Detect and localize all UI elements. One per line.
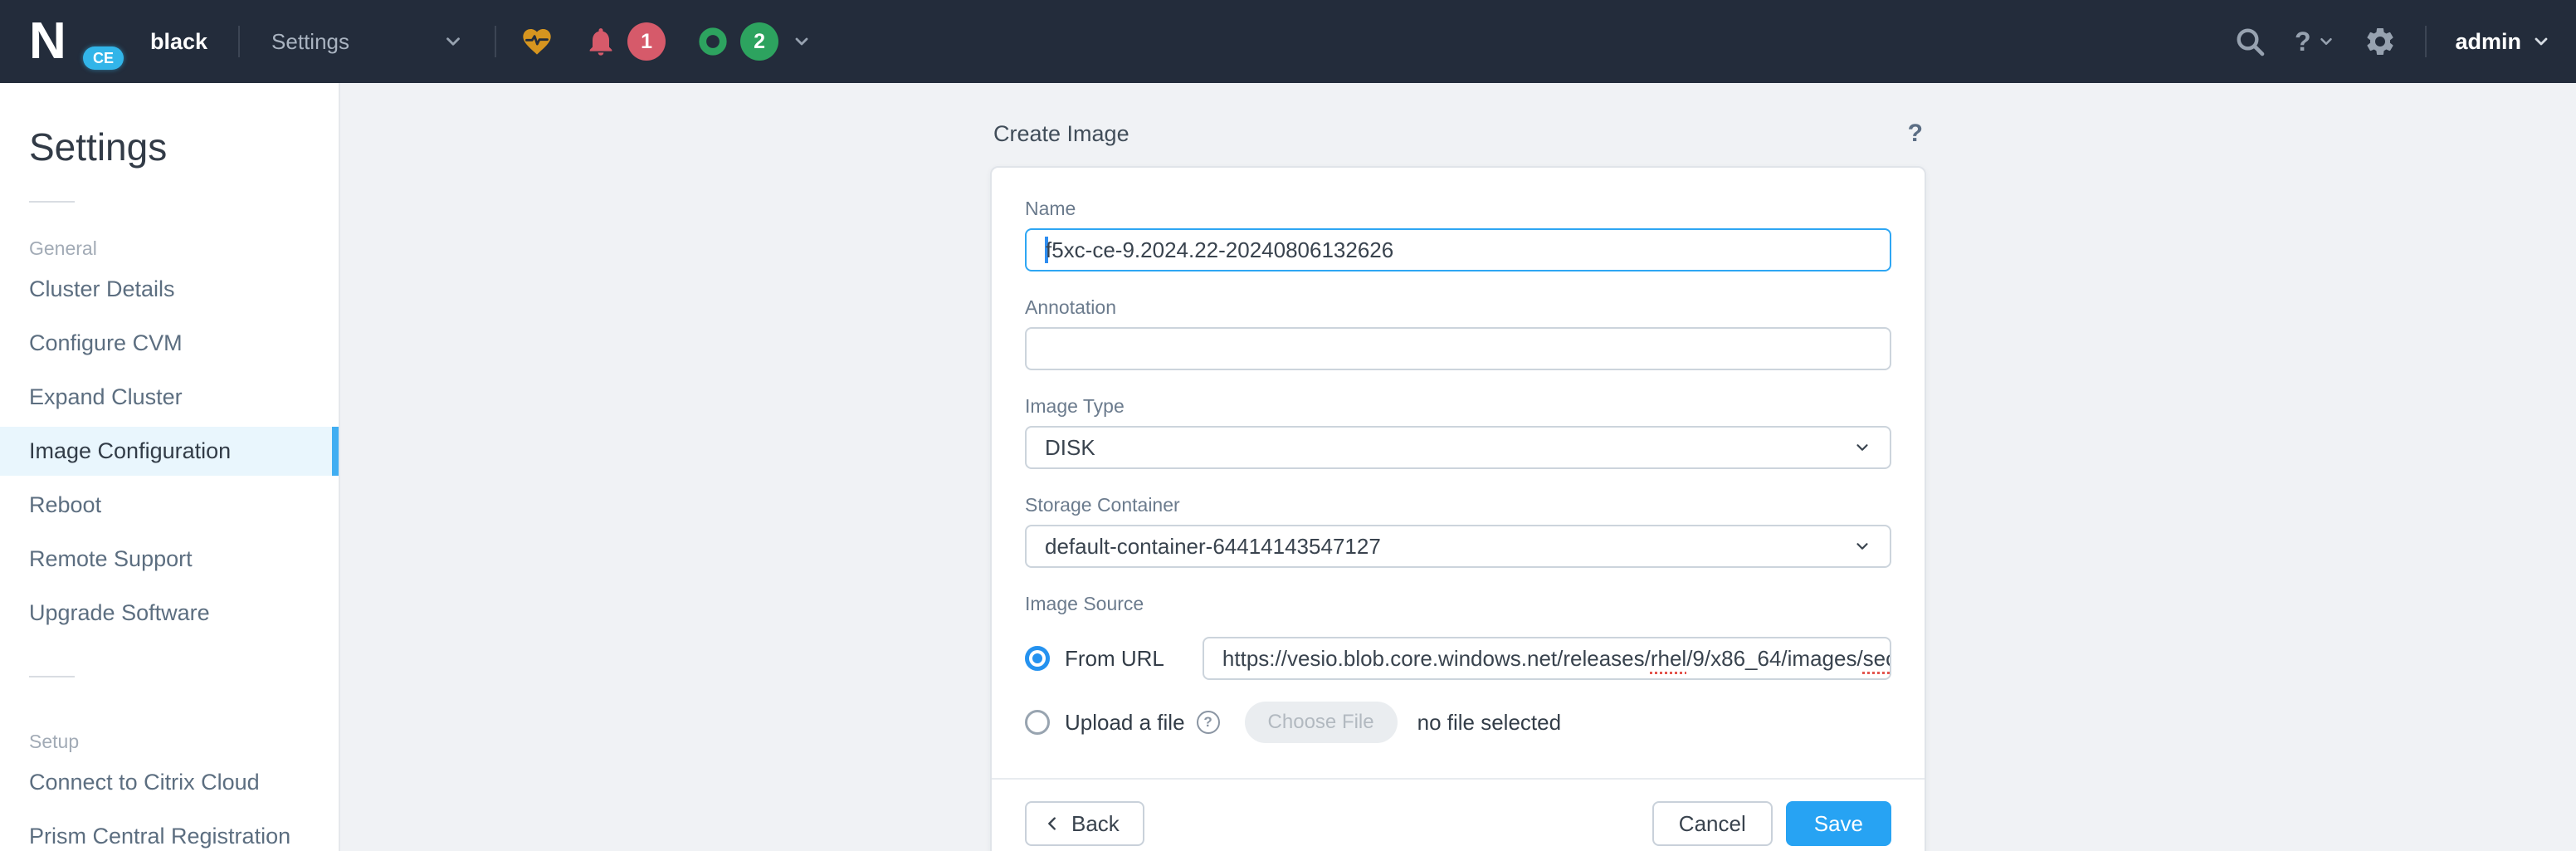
sidebar-divider bbox=[29, 201, 75, 203]
annotation-label: Annotation bbox=[1025, 296, 1891, 319]
chevron-down-icon bbox=[1853, 438, 1871, 457]
chevron-down-icon[interactable] bbox=[792, 32, 812, 51]
create-image-form: Name f5xc-ce-9.2024.22-20240806132626 An… bbox=[992, 168, 1925, 778]
chevron-down-icon bbox=[2531, 32, 2551, 51]
image-url-input[interactable]: https://vesio.blob.core.windows.net/rele… bbox=[1203, 637, 1891, 680]
sidebar-item-remote-support[interactable]: Remote Support bbox=[0, 535, 339, 584]
alerts-count-badge[interactable]: 1 bbox=[627, 22, 666, 61]
name-input-value: f5xc-ce-9.2024.22-20240806132626 bbox=[1046, 237, 1393, 263]
url-segment: /9/x86_64/images/ bbox=[1686, 646, 1862, 672]
nav-divider bbox=[2425, 26, 2427, 57]
from-url-row: From URL https://vesio.blob.core.windows… bbox=[1025, 637, 1891, 680]
sidebar-item-configure-cvm[interactable]: Configure CVM bbox=[0, 319, 339, 368]
footer-actions: Cancel Save bbox=[1652, 801, 1891, 846]
dialog-title: Create Image bbox=[993, 121, 1129, 147]
sidebar-item-prism-central-registration[interactable]: Prism Central Registration bbox=[0, 812, 339, 851]
back-button[interactable]: Back bbox=[1025, 801, 1144, 846]
create-image-dialog: Create Image ? Name f5xc-ce-9.2024.22-20… bbox=[990, 83, 1926, 851]
sidebar-item-connect-to-citrix-cloud[interactable]: Connect to Citrix Cloud bbox=[0, 758, 339, 807]
cluster-name[interactable]: black bbox=[150, 29, 207, 55]
url-segment: https://vesio.blob.core.windows.net/rele… bbox=[1222, 646, 1651, 672]
top-navbar: N CE black Settings 1 2 ? bbox=[0, 0, 2576, 83]
storage-container-select[interactable]: default-container-64414143547127 bbox=[1025, 525, 1891, 568]
image-type-selected-value: DISK bbox=[1045, 435, 1095, 461]
upload-file-row: Upload a file ? Choose File no file sele… bbox=[1025, 702, 1891, 743]
gear-icon[interactable] bbox=[2364, 25, 2397, 58]
user-menu[interactable]: admin bbox=[2455, 29, 2551, 55]
ce-edition-badge: CE bbox=[83, 46, 124, 70]
sidebar-section-general: General bbox=[29, 237, 339, 260]
image-source-label: Image Source bbox=[1025, 593, 1891, 615]
settings-sidebar: Settings General Cluster Details Configu… bbox=[0, 83, 340, 851]
annotation-input[interactable] bbox=[1025, 327, 1891, 370]
chevron-down-icon bbox=[1853, 537, 1871, 555]
chevron-down-icon bbox=[2317, 32, 2335, 51]
sidebar-item-image-configuration[interactable]: Image Configuration bbox=[0, 427, 339, 476]
upload-file-radio[interactable] bbox=[1025, 710, 1050, 735]
main-nav-dropdown-label: Settings bbox=[271, 29, 349, 55]
tasks-ring-icon[interactable] bbox=[695, 24, 730, 59]
user-name: admin bbox=[2455, 29, 2521, 55]
url-segment-misspelled: securer bbox=[1863, 646, 1891, 672]
health-heart-icon[interactable] bbox=[520, 25, 554, 58]
sidebar-divider bbox=[29, 676, 75, 677]
help-menu[interactable]: ? bbox=[2295, 27, 2336, 57]
main-content: Create Image ? Name f5xc-ce-9.2024.22-20… bbox=[340, 83, 2576, 851]
save-button[interactable]: Save bbox=[1786, 801, 1891, 846]
search-icon[interactable] bbox=[2233, 25, 2266, 58]
chevron-down-icon bbox=[442, 31, 464, 52]
from-url-radio[interactable] bbox=[1025, 646, 1050, 671]
choose-file-button[interactable]: Choose File bbox=[1245, 702, 1398, 743]
sidebar-item-reboot[interactable]: Reboot bbox=[0, 481, 339, 530]
name-input[interactable]: f5xc-ce-9.2024.22-20240806132626 bbox=[1025, 228, 1891, 271]
dialog-help-icon[interactable]: ? bbox=[1908, 120, 1923, 148]
sidebar-title: Settings bbox=[29, 125, 339, 169]
tasks-count-badge[interactable]: 2 bbox=[740, 22, 778, 61]
back-button-label: Back bbox=[1071, 811, 1120, 837]
sidebar-section-setup: Setup bbox=[29, 731, 339, 753]
nav-right-area: ? admin bbox=[2233, 25, 2551, 58]
storage-container-selected-value: default-container-64414143547127 bbox=[1045, 534, 1381, 560]
main-nav-dropdown[interactable]: Settings bbox=[271, 29, 464, 55]
from-url-label: From URL bbox=[1065, 646, 1164, 672]
upload-file-label: Upload a file bbox=[1065, 710, 1185, 736]
nav-divider bbox=[238, 26, 240, 57]
dialog-footer: Back Cancel Save bbox=[992, 778, 1925, 851]
sidebar-item-expand-cluster[interactable]: Expand Cluster bbox=[0, 373, 339, 422]
nav-status-area: 1 2 bbox=[496, 22, 812, 61]
create-image-card: Name f5xc-ce-9.2024.22-20240806132626 An… bbox=[990, 166, 1926, 851]
nutanix-logo[interactable]: N CE bbox=[29, 10, 97, 73]
cancel-button[interactable]: Cancel bbox=[1652, 801, 1773, 846]
name-label: Name bbox=[1025, 198, 1891, 220]
image-type-label: Image Type bbox=[1025, 395, 1891, 418]
alerts-bell-icon[interactable] bbox=[584, 25, 617, 58]
file-status-text: no file selected bbox=[1417, 710, 1561, 736]
question-mark-icon: ? bbox=[2295, 27, 2311, 57]
sidebar-item-cluster-details[interactable]: Cluster Details bbox=[0, 265, 339, 314]
upload-help-icon[interactable]: ? bbox=[1197, 711, 1220, 734]
dialog-header: Create Image ? bbox=[990, 120, 1926, 148]
storage-container-label: Storage Container bbox=[1025, 494, 1891, 516]
url-segment-misspelled: rhel bbox=[1651, 646, 1686, 672]
image-type-select[interactable]: DISK bbox=[1025, 426, 1891, 469]
sidebar-item-upgrade-software[interactable]: Upgrade Software bbox=[0, 589, 339, 638]
chevron-left-icon bbox=[1043, 814, 1061, 833]
